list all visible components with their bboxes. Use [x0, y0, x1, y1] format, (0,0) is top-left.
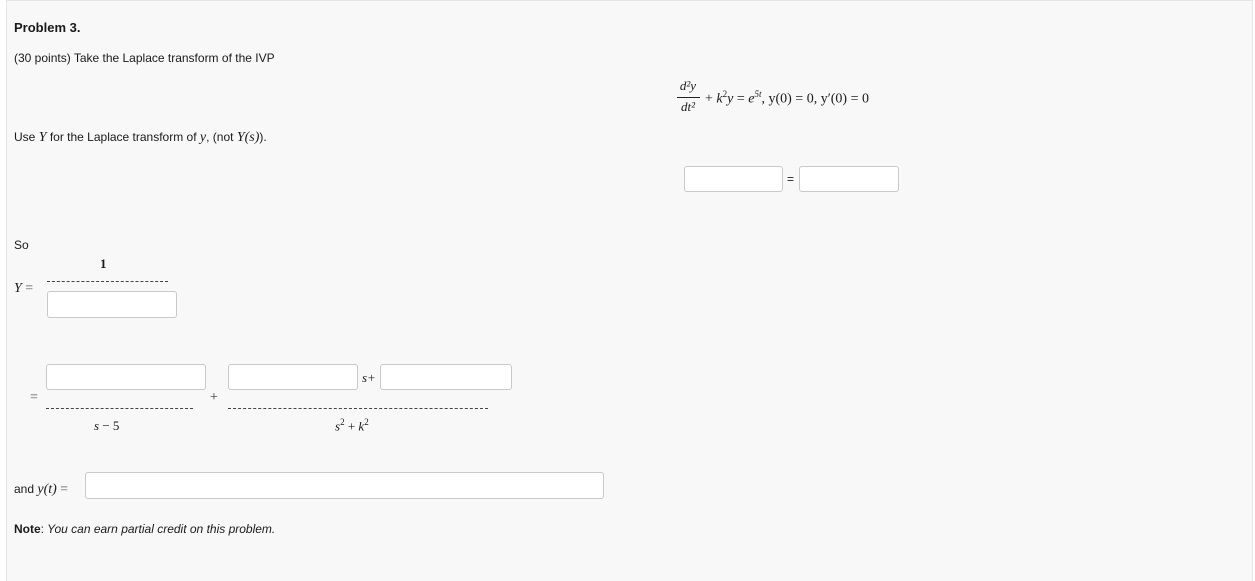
- eq-denominator: dt²: [680, 99, 695, 114]
- yt-input[interactable]: [85, 472, 604, 499]
- partial-equals: =: [30, 390, 38, 405]
- s-plus-label: s+: [362, 370, 376, 385]
- eq-numerator: d²y: [679, 78, 697, 93]
- y-equals: Y =: [14, 281, 34, 296]
- partial-denominator-2: s2 + k2: [335, 417, 369, 434]
- transform-rhs-input[interactable]: [799, 166, 899, 192]
- problem-intro: (30 points) Take the Laplace transform o…: [14, 51, 275, 65]
- partial-numerator-2-coef-input[interactable]: [228, 364, 358, 390]
- transform-equals: =: [787, 172, 795, 186]
- so-label: So: [14, 238, 29, 252]
- notation-instruction: Use Y for the Laplace transform of y, (n…: [14, 130, 267, 145]
- partial-plus: +: [210, 390, 218, 405]
- yt-label: and y(t) =: [14, 482, 69, 497]
- eq-fraction-bar: [677, 97, 700, 98]
- y-fraction-bar: [47, 281, 168, 282]
- partial-numerator-1-input[interactable]: [46, 364, 206, 390]
- partial-numerator-2-const-input[interactable]: [380, 364, 512, 390]
- problem-title: Problem 3.: [14, 20, 81, 35]
- transform-lhs-input[interactable]: [684, 166, 783, 192]
- y-numerator-one: 1: [100, 256, 107, 271]
- partial-credit-note: Note: You can earn partial credit on thi…: [14, 522, 276, 536]
- partial-fraction-bar-2: [228, 408, 488, 409]
- eq-rest: + k2y = e5t, y(0) = 0, y′(0) = 0: [705, 89, 869, 107]
- partial-fraction-bar-1: [46, 408, 193, 409]
- partial-denominator-1: s − 5: [94, 418, 120, 433]
- y-denominator-input[interactable]: [47, 291, 177, 318]
